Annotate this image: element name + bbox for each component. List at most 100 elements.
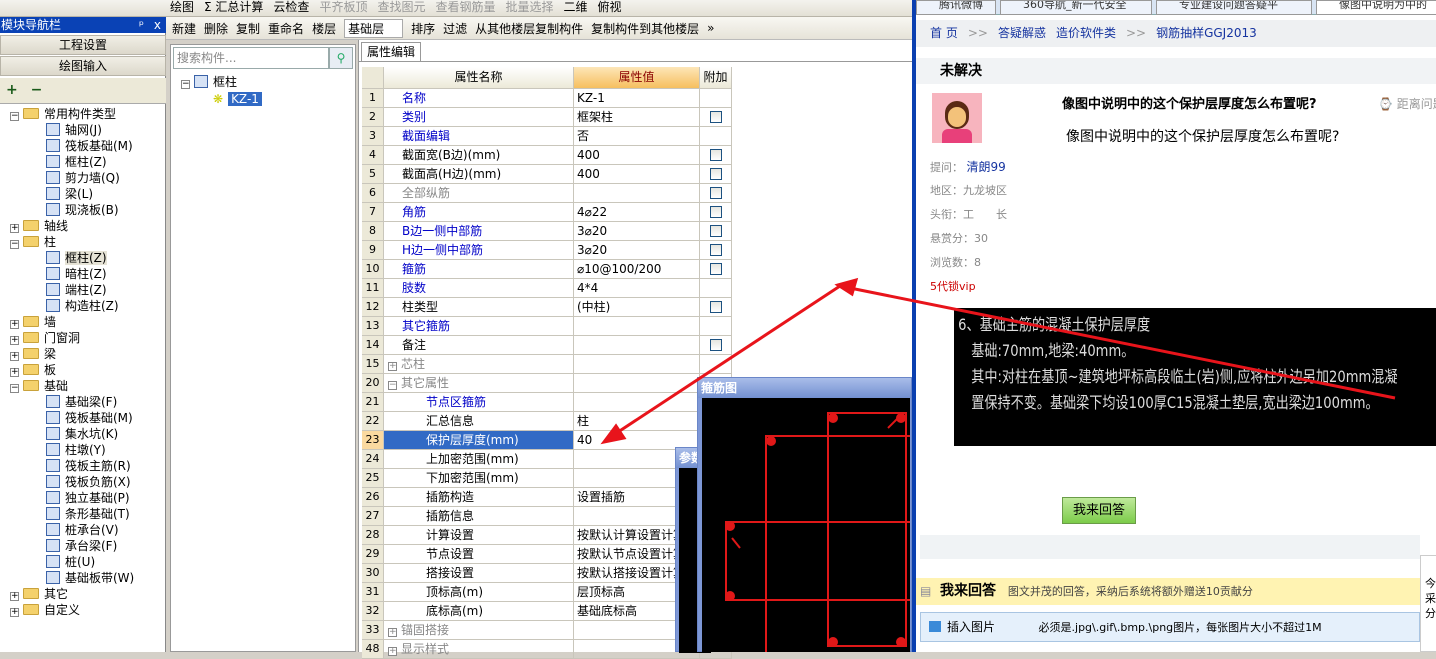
tree-item-kz1[interactable]: ❋ KZ-1	[213, 91, 262, 107]
expand-icon[interactable]: +	[10, 320, 19, 329]
property-row[interactable]: 2 类别 框架柱	[362, 108, 732, 127]
draw-input-button[interactable]: 绘图输入	[0, 56, 166, 76]
toolbar-button[interactable]: 平齐板顶	[319, 1, 367, 13]
toolbar-button[interactable]: 过滤	[443, 20, 467, 37]
tab-property-edit[interactable]: 属性编辑	[361, 42, 421, 61]
property-row[interactable]: 10 箍筋 ⌀10@100/200	[362, 260, 732, 279]
header-extra[interactable]: 附加	[700, 67, 732, 89]
property-value[interactable]: 400	[574, 165, 700, 184]
toolbar-button[interactable]: 绘图	[170, 1, 194, 13]
tree-item[interactable]: 承台梁(F)	[46, 538, 117, 554]
property-value[interactable]: 框架柱	[574, 108, 700, 127]
toolbar-button[interactable]: 复制构件到其他楼层	[591, 20, 699, 37]
expand-icon[interactable]: +	[10, 336, 19, 345]
expand-icon[interactable]: +	[10, 224, 19, 233]
answer-button[interactable]: 我来回答	[1062, 497, 1136, 524]
tree-folder[interactable]: + 板	[10, 362, 56, 378]
tree-item[interactable]: 基础梁(F)	[46, 394, 117, 410]
tree-folder[interactable]: − 柱	[10, 234, 56, 250]
property-row[interactable]: 20− 其它属性	[362, 374, 732, 393]
tree-item[interactable]: 梁(L)	[46, 186, 93, 202]
property-row[interactable]: 8 B边一侧中部筋 3⌀20	[362, 222, 732, 241]
property-row[interactable]: 7 角筋 4⌀22	[362, 203, 732, 222]
property-row[interactable]: 1 名称 KZ-1	[362, 89, 732, 108]
breadcrumb-link[interactable]: 造价软件类	[1056, 26, 1116, 40]
toolbar-button[interactable]: 新建	[172, 20, 196, 37]
browser-tab[interactable]: 腾讯微博	[916, 0, 996, 15]
breadcrumb-link[interactable]: 钢筋抽样GGJ2013	[1156, 26, 1257, 40]
property-value[interactable]	[574, 336, 700, 355]
property-value[interactable]	[574, 355, 700, 374]
toolbar-button[interactable]: 排序	[411, 20, 435, 37]
property-row[interactable]: 5 截面高(H边)(mm) 400	[362, 165, 732, 184]
extra-checkbox[interactable]	[710, 301, 722, 313]
property-row[interactable]: 14 备注	[362, 336, 732, 355]
tree-item[interactable]: 框柱(Z)	[46, 250, 107, 266]
tree-folder[interactable]: + 墙	[10, 314, 56, 330]
collapse-all-button[interactable]: −	[31, 82, 43, 98]
tree-item[interactable]: 暗柱(Z)	[46, 266, 107, 282]
collapse-icon[interactable]: −	[388, 381, 397, 390]
tree-folder[interactable]: + 门窗洞	[10, 330, 80, 346]
search-icon[interactable]: ⚲	[329, 47, 353, 69]
browser-tab[interactable]: 像图中说明为中的	[1316, 0, 1436, 15]
tree-item[interactable]: 筏板负筋(X)	[46, 474, 131, 490]
breadcrumb-link[interactable]: 答疑解惑	[998, 26, 1046, 40]
extra-checkbox[interactable]	[710, 225, 722, 237]
collapse-icon[interactable]: −	[10, 240, 19, 249]
property-value[interactable]: 4⌀22	[574, 203, 700, 222]
expand-icon[interactable]: +	[10, 352, 19, 361]
asker-link[interactable]: 清朗99	[967, 160, 1006, 174]
tree-item[interactable]: 剪力墙(Q)	[46, 170, 120, 186]
extra-checkbox[interactable]	[710, 339, 722, 351]
expand-icon[interactable]: +	[388, 628, 397, 637]
property-value[interactable]: KZ-1	[574, 89, 700, 108]
header-name[interactable]: 属性名称	[384, 67, 574, 89]
browser-tab[interactable]: 360导航_新一代安全	[1000, 0, 1152, 15]
property-value[interactable]	[574, 393, 700, 412]
property-row[interactable]: 21 节点区箍筋	[362, 393, 732, 412]
insert-image-button[interactable]: 插入图片	[947, 620, 995, 634]
tree-item[interactable]: 桩承台(V)	[46, 522, 119, 538]
avatar[interactable]	[932, 93, 982, 143]
toolbar-button[interactable]: Σ 汇总计算	[204, 1, 263, 13]
property-row[interactable]: 3 截面编辑 否	[362, 127, 732, 146]
tree-item[interactable]: 框柱(Z)	[46, 154, 107, 170]
tree-item[interactable]: 轴网(J)	[46, 122, 102, 138]
expand-icon[interactable]: +	[10, 592, 19, 601]
property-value[interactable]: 400	[574, 146, 700, 165]
property-value[interactable]: 柱	[574, 412, 700, 431]
collapse-icon[interactable]: −	[10, 384, 19, 393]
property-row[interactable]: 22 汇总信息 柱	[362, 412, 732, 431]
toolbar-button[interactable]: 云检查	[273, 1, 309, 13]
toolbar-button[interactable]: 删除	[204, 20, 228, 37]
property-value[interactable]: 3⌀20	[574, 241, 700, 260]
close-icon[interactable]: x	[154, 17, 161, 33]
property-row[interactable]: 6 全部纵筋	[362, 184, 732, 203]
search-input[interactable]: 搜索构件...	[173, 47, 329, 69]
property-row[interactable]: 12 柱类型 (中柱)	[362, 298, 732, 317]
pin-icon[interactable]: ᵖ	[139, 17, 144, 33]
property-value[interactable]: 3⌀20	[574, 222, 700, 241]
toolbar-button[interactable]: 重命名	[268, 20, 304, 37]
header-value[interactable]: 属性值	[574, 67, 700, 89]
extra-checkbox[interactable]	[710, 244, 722, 256]
property-row[interactable]: 4 截面宽(B边)(mm) 400	[362, 146, 732, 165]
tree-group-kuangzhu[interactable]: − 框柱	[181, 74, 237, 90]
toolbar-button[interactable]: 查找图元	[377, 1, 425, 13]
extra-checkbox[interactable]	[710, 111, 722, 123]
property-value[interactable]: 否	[574, 127, 700, 146]
tree-folder[interactable]: − 基础	[10, 378, 68, 394]
toolbar-button[interactable]: 复制	[236, 20, 260, 37]
tree-item[interactable]: 端柱(Z)	[46, 282, 107, 298]
toolbar-button[interactable]: 批量选择	[505, 1, 553, 13]
property-row[interactable]: 13 其它箍筋	[362, 317, 732, 336]
property-row[interactable]: 15 + 芯柱	[362, 355, 732, 374]
breadcrumb-link[interactable]: 首 页	[930, 26, 958, 40]
extra-checkbox[interactable]	[710, 206, 722, 218]
tree-folder[interactable]: + 自定义	[10, 602, 80, 618]
expand-icon[interactable]: +	[10, 608, 19, 617]
toolbar-button[interactable]: 俯视	[598, 1, 622, 13]
toolbar-button[interactable]: »	[707, 21, 714, 35]
tree-item[interactable]: 基础板带(W)	[46, 570, 134, 586]
